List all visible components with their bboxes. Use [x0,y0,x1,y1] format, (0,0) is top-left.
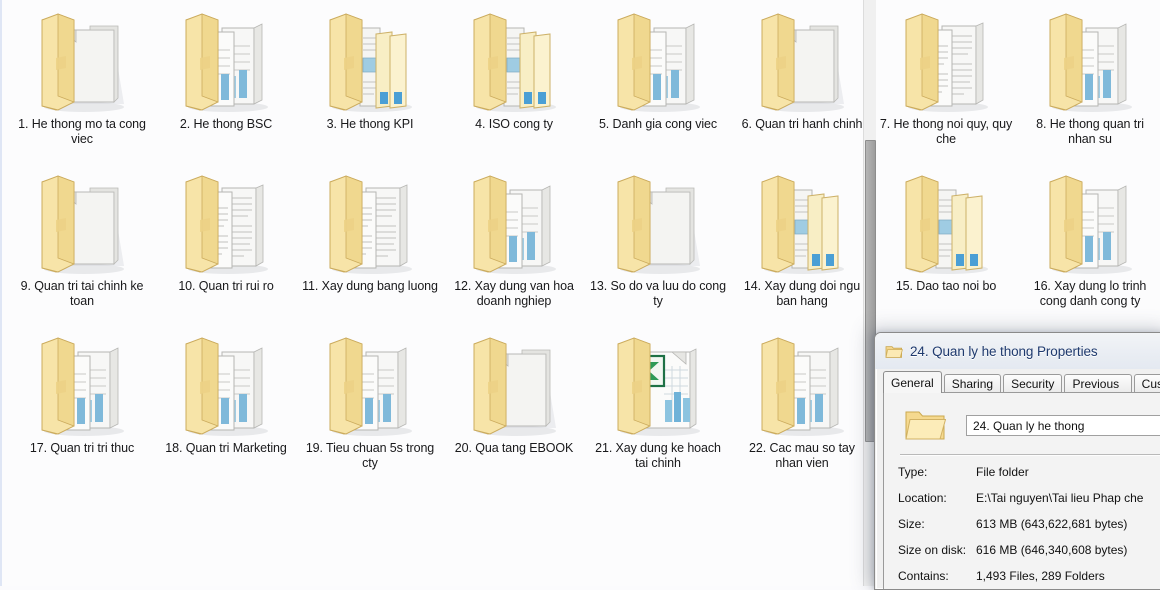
dialog-title-bar[interactable]: 24. Quan ly he thong Properties [875,333,1160,369]
folder-label: 20. Qua tang EBOOK [454,441,574,455]
folder-two-chart-docs [170,330,282,440]
folder-label: 10. Quan tri rui ro [178,279,274,293]
info-row: Location: E:\Tai nguyen\Tai lieu Phap che [898,485,1160,511]
info-row: Type: File folder [898,459,1160,485]
folder-icon [885,344,903,360]
folder-icon [904,407,947,443]
folder-single-doc [26,168,138,278]
folder-label: 6. Quan tri hanh chinh [741,117,863,131]
info-key: Type: [898,465,928,479]
folder-label: 2. He thong BSC [179,117,273,131]
folder-two-chart-docs [746,330,858,440]
general-tab-panel: 24. Quan ly he thong Type: File folder Loc… [883,392,1160,589]
divider [900,454,1160,455]
folder-label: 11. Xay dung bang luong [302,279,438,293]
folder-item[interactable]: 5. Danh gia cong viec [586,0,730,162]
info-key: Contains: [898,569,949,583]
folder-item[interactable]: 1. He thong mo ta cong viec [10,0,154,162]
dialog-body: GeneralSharingSecurityPrevious VersionsC… [883,371,1160,589]
folder-single-doc [26,6,138,116]
folder-two-chart-docs [458,168,570,278]
folder-item[interactable]: 13. So do va luu do cong ty [586,162,730,324]
info-row: Size on disk: 616 MB (646,340,608 bytes) [898,537,1160,563]
info-value: 616 MB (646,340,608 bytes) [976,543,1128,557]
folder-item[interactable]: 11. Xay dung bang luong [298,162,442,324]
folder-stacked-subfolders [890,168,1002,278]
info-key: Location: [898,491,947,505]
folder-two-text-docs [314,168,426,278]
folder-label: 22. Cac mau so tay nhan vien [749,441,855,470]
folder-label: 4. ISO cong ty [475,117,553,131]
folder-name-row: 24. Quan ly he thong [898,405,1160,445]
folder-stacked-subfolders [458,6,570,116]
folder-two-chart-docs [1034,168,1146,278]
folder-item[interactable]: 9. Quan tri tai chinh ke toan [10,162,154,324]
folder-item[interactable]: 17. Quan tri tri thuc [10,324,154,486]
folder-item[interactable]: 8. He thong quan tri nhan su [1018,0,1160,162]
folder-item[interactable]: 3. He thong KPI [298,0,442,162]
folder-item[interactable]: 20. Qua tang EBOOK [442,324,586,486]
folder-label: 18. Quan tri Marketing [165,441,287,455]
folder-two-text-docs [890,6,1002,116]
folder-label: 19. Tieu chuan 5s trong cty [305,441,435,470]
dialog-tab-strip[interactable]: GeneralSharingSecurityPrevious VersionsC… [883,371,1160,410]
folder-two-text-docs [170,168,282,278]
folder-item[interactable]: 22. Cac mau so tay nhan vien [730,324,874,486]
folder-label: 8. He thong quan tri nhan su [1036,117,1144,146]
tab-sharing[interactable]: Sharing [943,374,1002,393]
folder-label: 7. He thong noi quy, quy che [879,117,1013,146]
info-value: File folder [976,465,1029,479]
folder-label: 15. Dao tao noi bo [895,279,997,293]
folder-label: 5. Danh gia cong viec [598,117,718,131]
folder-two-chart-docs [602,6,714,116]
folder-two-chart-docs [1034,6,1146,116]
folder-label: 1. He thong mo ta cong viec [18,117,146,146]
folder-single-doc [458,330,570,440]
folder-two-chart-docs [26,330,138,440]
folder-label: 9. Quan tri tai chinh ke toan [20,279,144,308]
info-row: Size: 613 MB (643,622,681 bytes) [898,511,1160,537]
folder-label: 3. He thong KPI [326,117,414,131]
folder-item[interactable]: 4. ISO cong ty [442,0,586,162]
info-row: Contains: 1,493 Files, 289 Folders [898,563,1160,589]
folder-two-chart-docs [314,330,426,440]
folder-stacked-subfolders [314,6,426,116]
folder-item[interactable]: 16. Xay dung lo trinh cong danh cong ty [1018,162,1160,324]
info-value: 613 MB (643,622,681 bytes) [976,517,1128,531]
folder-label: 13. So do va luu do cong ty [590,279,726,308]
info-value: 1,493 Files, 289 Folders [976,569,1105,583]
folder-label: 21. Xay dung ke hoach tai chinh [595,441,721,470]
folder-item[interactable]: 6. Quan tri hanh chinh [730,0,874,162]
folder-item[interactable]: 12. Xay dung van hoa doanh nghiep [442,162,586,324]
tab-custom[interactable]: Custom [1133,374,1160,393]
info-key: Size: [898,517,925,531]
folder-label: 14. Xay dung doi ngu ban hang [743,279,861,308]
info-value: E:\Tai nguyen\Tai lieu Phap che [976,491,1144,505]
folder-item[interactable]: 10. Quan tri rui ro [154,162,298,324]
dialog-title: 24. Quan ly he thong Properties [910,343,1098,359]
folder-item[interactable]: 14. Xay dung doi ngu ban hang [730,162,874,324]
folder-stacked-subfolders [746,168,858,278]
folder-label: 17. Quan tri tri thuc [29,441,135,455]
folder-item[interactable]: 19. Tieu chuan 5s trong cty [298,324,442,486]
tab-security[interactable]: Security [1003,374,1063,393]
folder-item[interactable]: 15. Dao tao noi bo [874,162,1018,324]
folder-name-input[interactable]: 24. Quan ly he thong [966,414,1160,436]
properties-dialog[interactable]: 24. Quan ly he thong Properties General S… [874,332,1160,590]
tab-previous-versions[interactable]: Previous Versions [1064,374,1132,410]
folder-two-chart-docs [170,6,282,116]
folder-label: 16. Xay dung lo trinh cong danh cong ty [1033,279,1147,308]
folder-excel-doc [602,330,714,440]
folder-single-doc [602,168,714,278]
folder-label: 12. Xay dung van hoa doanh nghiep [454,279,574,308]
folder-info-fields: Type: File folder Location: E:\Tai nguyen\T… [898,459,1160,589]
tab-general[interactable]: General [883,371,942,393]
folder-item[interactable]: 18. Quan tri Marketing [154,324,298,486]
info-key: Size on disk: [898,543,967,557]
folder-item[interactable]: 21. Xay dung ke hoach tai chinh [586,324,730,486]
folder-item[interactable]: 2. He thong BSC [154,0,298,162]
folder-item[interactable]: 7. He thong noi quy, quy che [874,0,1018,162]
folder-single-doc [746,6,858,116]
